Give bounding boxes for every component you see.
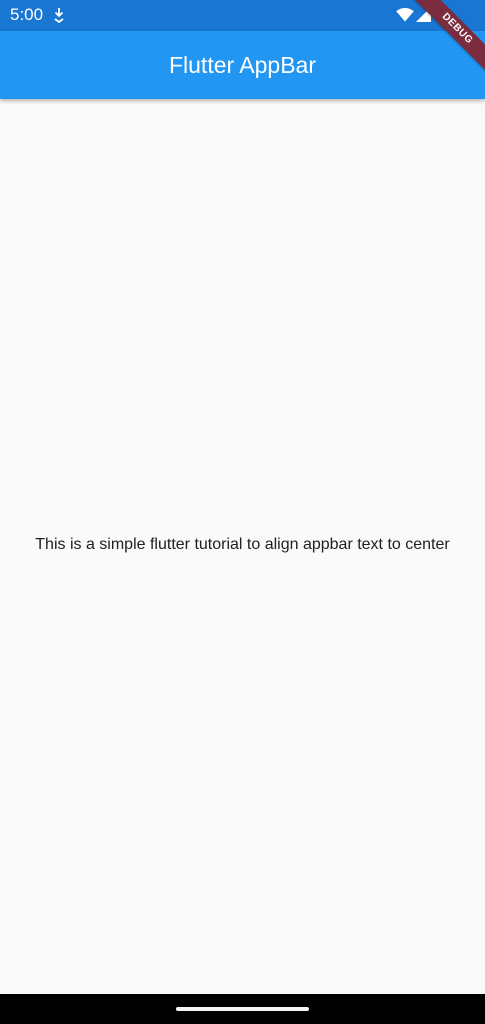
navigation-bar: [0, 994, 485, 1024]
body-content: This is a simple flutter tutorial to ali…: [0, 99, 485, 994]
app-bar-title: Flutter AppBar: [168, 52, 317, 78]
cell-signal-icon: [416, 7, 431, 22]
app-screen: 5:00 DEBUG Flutter AppBar This is a simp…: [0, 0, 485, 1024]
status-bar: 5:00: [0, 0, 485, 31]
status-time: 5:00: [10, 5, 44, 24]
app-bar: Flutter AppBar: [0, 31, 485, 99]
home-gesture-handle[interactable]: [176, 1007, 309, 1011]
body-text: This is a simple flutter tutorial to ali…: [35, 536, 450, 553]
wifi-icon: [396, 7, 414, 22]
download-icon: [54, 8, 64, 23]
